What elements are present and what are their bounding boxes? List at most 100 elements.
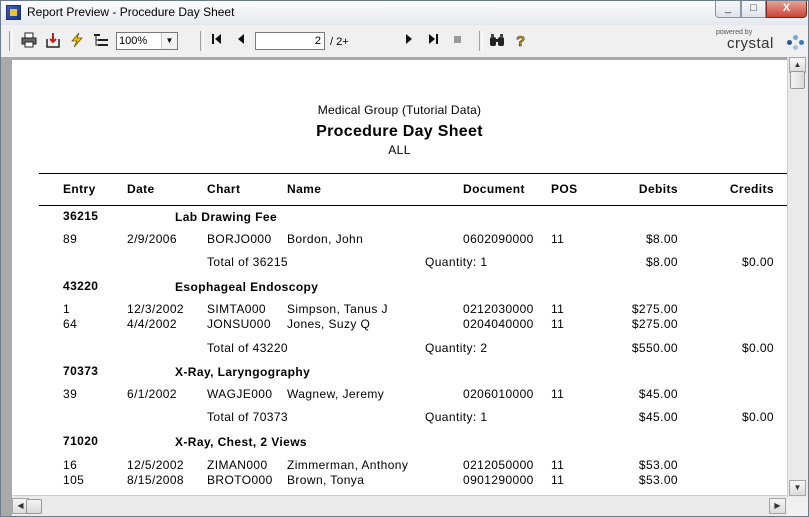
group-total-label: Total of 43220 [207,341,288,355]
column-header-date: Date [127,182,155,196]
group-total-credit: $0.00 [741,410,774,424]
row-document: 0204040000 [463,317,534,331]
group-total-label: Total of 70373 [207,410,288,424]
column-header-debits: Debits [638,182,678,196]
row-document: 0212050000 [463,458,534,472]
report-viewer: Medical Group (Tutorial Data) Procedure … [1,57,808,516]
row-date: 6/1/2002 [127,387,177,401]
row-entry: 1 [63,302,71,316]
help-icon[interactable]: ? [512,32,530,51]
row-chart: BROTO000 [207,473,273,487]
group-code: 71020 [63,434,99,448]
row-chart: ZIMAN000 [207,458,268,472]
scroll-down-arrow-icon[interactable]: ▼ [789,480,806,496]
row-debit: $53.00 [638,458,678,472]
row-debit: $8.00 [645,232,678,246]
group-description: Esophageal Endoscopy [175,280,319,294]
row-name: Zimmerman, Anthony [287,458,409,472]
binoculars-search-icon[interactable] [488,32,506,50]
row-date: 8/15/2008 [127,473,184,487]
svg-text:?: ? [516,33,525,48]
group-description: X-Ray, Laryngography [175,365,311,379]
print-icon[interactable] [20,32,38,50]
last-page-icon[interactable] [424,32,442,50]
group-description: X-Ray, Chest, 2 Views [175,435,308,449]
report-page: Medical Group (Tutorial Data) Procedure … [12,60,787,496]
row-pos: 11 [551,473,565,487]
toolbar-grip [200,31,204,51]
group-code: 36215 [63,209,99,223]
crystal-logo: powered by crystal [713,29,805,53]
group-total-debit: $45.00 [638,410,678,424]
toolbar: 100% ▼ 2 / 2+ ? powered by crystal [1,27,808,55]
row-debit: $53.00 [638,473,678,487]
row-entry: 105 [63,473,85,487]
column-header-chart: Chart [207,182,241,196]
row-pos: 11 [551,317,565,331]
report-title: Procedure Day Sheet [316,123,483,140]
minimize-button[interactable]: _ [715,1,741,18]
row-chart: JONSU000 [207,317,271,331]
row-name: Wagnew, Jeremy [287,387,385,401]
row-pos: 11 [551,387,565,401]
row-document: 0901290000 [463,473,534,487]
column-header-credits: Credits [729,182,774,196]
group-code: 43220 [63,279,99,293]
row-name: Jones, Suzy Q [287,317,371,331]
row-name: Simpson, Tanus J [287,302,388,316]
logo-dot [793,45,798,50]
first-page-icon[interactable] [208,32,226,50]
column-header-entry: Entry [63,182,96,196]
group-total-debit: $550.00 [631,341,678,355]
row-date: 4/4/2002 [127,317,177,331]
row-document: 0212030000 [463,302,534,316]
row-date: 2/9/2006 [127,232,177,246]
row-entry: 16 [63,458,78,472]
group-tree-icon[interactable] [92,32,110,50]
refresh-lightning-icon[interactable] [68,32,86,50]
horizontal-scrollbar[interactable]: ◀ ▶ [12,495,787,516]
zoom-select[interactable]: 100% ▼ [116,32,178,50]
row-debit: $275.00 [631,317,678,331]
next-page-icon[interactable] [400,32,418,50]
row-pos: 11 [551,302,565,316]
horizontal-scroll-thumb[interactable] [26,499,42,514]
column-header-pos: POS [551,182,578,196]
column-header-document: Document [463,182,525,196]
row-debit: $275.00 [631,302,678,316]
export-icon[interactable] [44,32,62,50]
toolbar-grip [479,31,483,51]
toolbar-grip [9,31,13,51]
logo-dot [799,40,804,45]
app-icon [6,5,21,20]
page-number-input[interactable]: 2 [255,32,325,50]
report-org: Medical Group (Tutorial Data) [317,103,482,117]
window-title: Report Preview - Procedure Day Sheet [27,5,235,19]
group-quantity: Quantity: 1 [425,255,488,269]
stop-icon[interactable] [448,32,466,50]
column-header-name: Name [287,182,322,196]
logo-dot [787,40,792,45]
group-quantity: Quantity: 1 [425,410,488,424]
group-total-credit: $0.00 [741,255,774,269]
group-quantity: Quantity: 2 [425,341,488,355]
row-date: 12/3/2002 [127,302,184,316]
vertical-scrollbar[interactable]: ▲ ▼ [787,57,808,497]
group-code: 70373 [63,364,99,378]
logo-dot [793,35,798,40]
group-description: Lab Drawing Fee [175,210,278,224]
header-rule-top [39,173,787,174]
chevron-down-icon[interactable]: ▼ [161,33,177,49]
size-grip[interactable] [787,497,808,516]
row-entry: 39 [63,387,78,401]
header-rule-bottom [39,205,787,206]
title-bar[interactable]: Report Preview - Procedure Day Sheet _ □… [1,1,808,25]
previous-page-icon[interactable] [232,32,250,50]
row-name: Brown, Tonya [287,473,365,487]
row-chart: WAGJE000 [207,387,273,401]
scroll-right-arrow-icon[interactable]: ▶ [769,498,786,514]
vertical-scroll-thumb[interactable] [790,71,805,89]
row-chart: BORJO000 [207,232,272,246]
close-button[interactable]: X [766,1,807,18]
maximize-button[interactable]: □ [741,1,766,18]
